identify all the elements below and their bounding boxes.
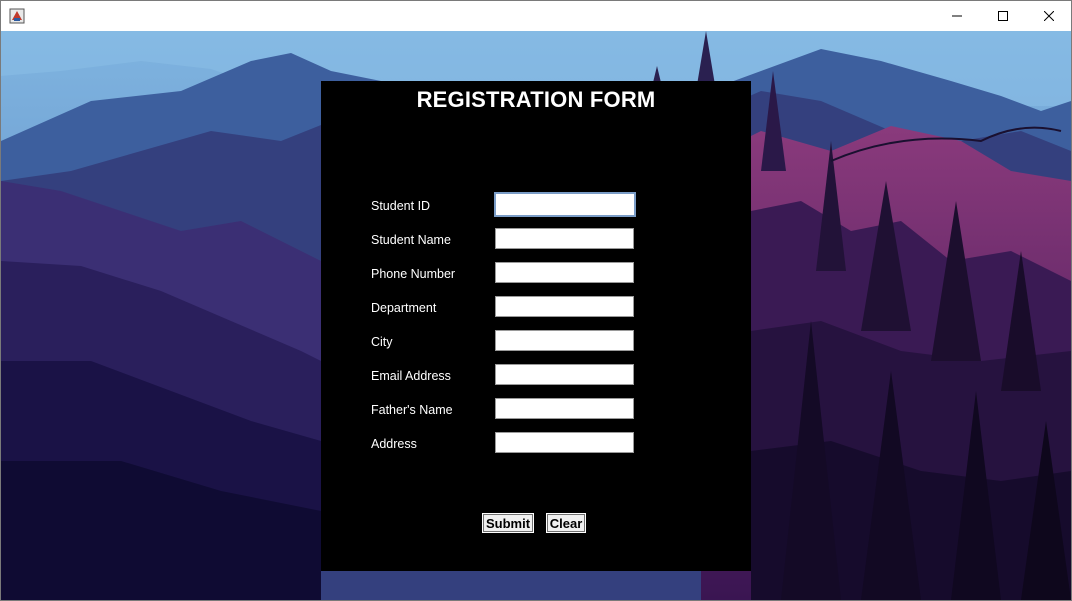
email-address-input[interactable] [495,364,634,385]
maximize-icon [998,11,1008,21]
phone-number-input[interactable] [495,262,634,283]
label-department: Department [371,301,437,315]
address-input[interactable] [495,432,634,453]
submit-button[interactable]: Submit [482,513,534,533]
clear-button[interactable]: Clear [546,513,586,533]
label-address: Address [371,437,417,451]
minimize-icon [952,15,962,17]
minimize-button[interactable] [934,1,980,31]
registration-panel: REGISTRATION FORM Student ID Student Nam… [321,81,751,571]
label-phone-number: Phone Number [371,267,456,281]
label-student-name: Student Name [371,233,451,247]
close-button[interactable] [1026,1,1071,31]
city-input[interactable] [495,330,634,351]
app-window: REGISTRATION FORM Student ID Student Nam… [0,0,1072,601]
label-email-address: Email Address [371,369,451,383]
fathers-name-input[interactable] [495,398,634,419]
maximize-button[interactable] [980,1,1026,31]
java-app-icon [9,8,25,24]
student-id-input[interactable] [494,192,636,217]
form-title: REGISTRATION FORM [416,87,656,112]
department-input[interactable] [495,296,634,317]
title-bar[interactable] [1,1,1071,31]
student-name-input[interactable] [495,228,634,249]
label-student-id: Student ID [371,199,431,213]
label-fathers-name: Father's Name [371,403,453,417]
label-city: City [371,335,393,349]
close-icon [1044,11,1054,21]
